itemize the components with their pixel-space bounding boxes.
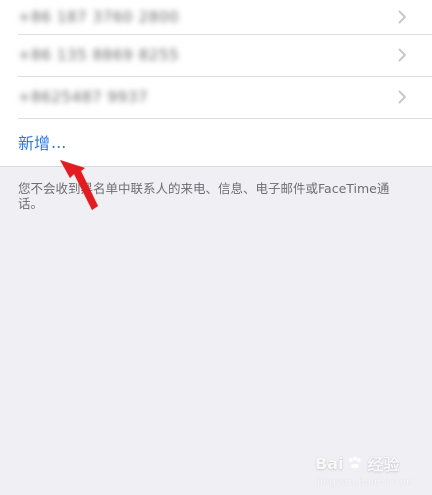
contact-number: +86 135 8869 8255 [18,46,180,64]
chevron-right-icon [398,48,406,62]
contact-number: +86 187 3760 2800 [18,8,180,26]
blocked-list: +86 187 3760 2800 +86 135 8869 8255 +862… [0,0,432,167]
watermark-logo: Bai 经验 [315,449,423,477]
watermark-brand-cn: 经验 [367,455,400,474]
blocked-contact-row[interactable]: +86 135 8869 8255 [0,34,432,76]
paw-icon [349,456,362,469]
arrow-pointer-icon [60,160,98,210]
chevron-right-icon [398,10,406,24]
blocked-contact-row[interactable]: +8625487 9937 [0,76,432,118]
contact-number: +8625487 9937 [18,88,149,106]
watermark-brand: Bai [315,453,344,473]
watermark-url: jingyan.baidu.com [317,477,413,488]
blocked-contact-row[interactable]: +86 187 3760 2800 [0,0,432,34]
add-new-button[interactable]: 新增 [18,130,50,154]
chevron-right-icon [398,90,406,104]
add-ellipsis: ... [51,132,67,152]
